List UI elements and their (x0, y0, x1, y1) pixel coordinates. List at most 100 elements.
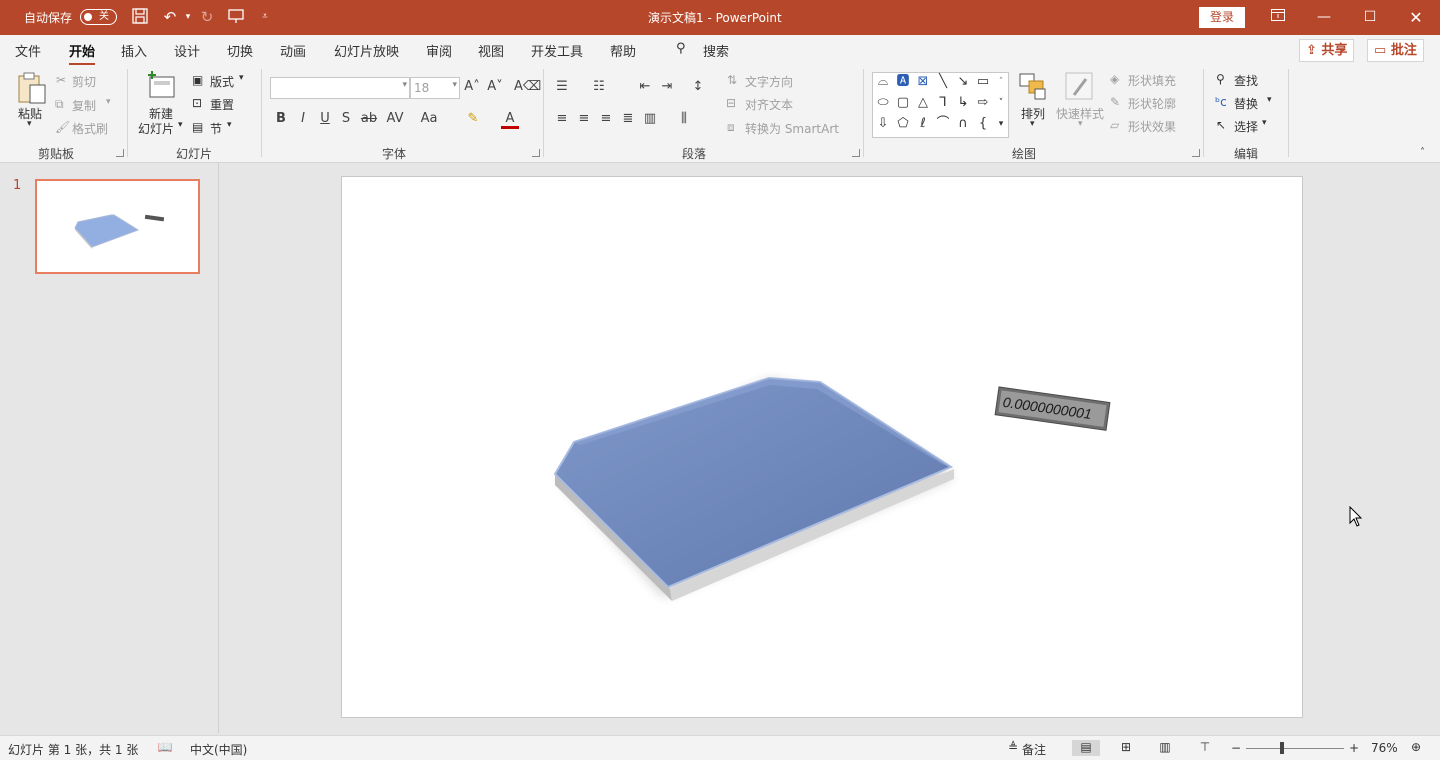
format-painter-label[interactable]: 格式刷 (72, 120, 108, 137)
shape-outline-label[interactable]: 形状轮廓 (1128, 95, 1176, 112)
bold-icon[interactable]: B (272, 111, 290, 126)
font-size-combo[interactable]: 18 ▾ (410, 77, 460, 99)
tab-home[interactable]: 开始 (69, 41, 96, 66)
gallery-up-icon[interactable]: ˄ (993, 75, 1009, 89)
justify-icon[interactable]: ≣ (619, 111, 637, 126)
format-painter-icon[interactable]: 🖌 (55, 120, 70, 134)
font-color-icon[interactable]: A (501, 111, 519, 129)
shape-effects-icon[interactable]: ▱ (1110, 118, 1119, 132)
tab-help[interactable]: 帮助 (610, 41, 636, 60)
comments-button[interactable]: ▭ 批注 (1367, 39, 1424, 62)
section-dropdown-icon[interactable]: ▾ (227, 120, 232, 130)
reading-view-icon[interactable]: ▥ (1156, 740, 1174, 756)
slide-canvas[interactable]: 0.0000000001 (341, 176, 1303, 718)
tab-transitions[interactable]: 切换 (227, 41, 253, 60)
shape-effects-label[interactable]: 形状效果 (1128, 118, 1176, 135)
new-slide-dropdown-icon[interactable]: ▾ (178, 120, 183, 130)
redo-icon[interactable]: ↻ (197, 7, 217, 27)
select-icon[interactable]: ↖ (1216, 118, 1226, 132)
shape-arrow-line-icon[interactable]: ↘ (955, 75, 971, 89)
columns-icon[interactable]: ⫼ (675, 111, 693, 126)
reset-label[interactable]: 重置 (210, 96, 234, 113)
undo-icon[interactable]: ↶ (160, 7, 180, 27)
arrange-dropdown-icon[interactable]: ▾ (1030, 119, 1035, 129)
change-case-icon[interactable]: Aa (420, 111, 438, 126)
clear-formatting-icon[interactable]: A⌫ (514, 79, 541, 94)
search-box[interactable]: 搜索 (703, 41, 729, 60)
shape-fill-icon[interactable]: ◈ (1110, 72, 1119, 86)
paste-dropdown-icon[interactable]: ▾ (27, 119, 32, 129)
shape-fill-label[interactable]: 形状填充 (1128, 72, 1176, 89)
layout-label[interactable]: 版式 (210, 73, 234, 90)
shape-roundrect-icon[interactable]: ▢ (895, 96, 911, 110)
slide-sorter-icon[interactable]: ⊞ (1117, 740, 1135, 756)
quick-styles-dropdown-icon[interactable]: ▾ (1078, 119, 1083, 129)
layout-icon[interactable]: ▣ (192, 73, 203, 87)
notes-button[interactable]: 备注 (1022, 741, 1046, 758)
customize-toolbar-icon[interactable]: ⩡ (255, 7, 275, 27)
zoom-slider-thumb[interactable] (1280, 742, 1284, 754)
shape-scribble-icon[interactable]: ℓ (915, 117, 931, 131)
align-right-icon[interactable]: ≡ (597, 111, 615, 126)
cut-icon[interactable]: ✂ (56, 73, 66, 87)
decrease-indent-icon[interactable]: ⇤ (636, 79, 654, 94)
replace-dropdown-icon[interactable]: ▾ (1267, 95, 1272, 105)
copy-label[interactable]: 复制 (72, 97, 96, 114)
replace-label[interactable]: 替换 (1234, 95, 1258, 112)
reset-icon[interactable]: ⊡ (192, 96, 202, 110)
text-direction-label[interactable]: 文字方向 (745, 73, 793, 90)
numbering-icon[interactable]: ☷ (590, 79, 608, 94)
login-button[interactable]: 登录 (1199, 7, 1245, 28)
section-label[interactable]: 节 (210, 120, 222, 137)
paste-icon[interactable] (16, 71, 48, 104)
language-status[interactable]: 中文(中国) (190, 741, 247, 758)
strikethrough-icon[interactable]: ab (360, 111, 378, 126)
minimize-icon[interactable]: — (1301, 0, 1347, 35)
font-name-combo[interactable]: ▾ (270, 77, 410, 99)
tab-review[interactable]: 审阅 (426, 41, 452, 60)
tab-view[interactable]: 视图 (478, 41, 504, 60)
layout-dropdown-icon[interactable]: ▾ (239, 73, 244, 83)
section-icon[interactable]: ▤ (192, 120, 203, 134)
bullets-icon[interactable]: ☰ (553, 79, 571, 94)
align-text-label[interactable]: 对齐文本 (745, 96, 793, 113)
increase-indent-icon[interactable]: ⇥ (658, 79, 676, 94)
copy-icon[interactable]: ⧉ (55, 97, 64, 112)
shape-right-arrow-icon[interactable]: ⇨ (975, 96, 991, 110)
line-spacing-icon[interactable]: ↕ (689, 79, 707, 94)
save-icon[interactable] (130, 7, 150, 27)
tab-developer[interactable]: 开发工具 (531, 41, 583, 60)
find-icon[interactable]: ⚲ (1216, 72, 1225, 86)
smartart-label[interactable]: 转换为 SmartArt (745, 120, 839, 137)
tab-animations[interactable]: 动画 (280, 41, 306, 60)
shape-elbow-icon[interactable]: ⅂ (935, 96, 951, 110)
zoom-level[interactable]: 76% (1371, 741, 1398, 755)
text-direction-icon[interactable]: ⇅ (727, 73, 737, 87)
notes-icon[interactable]: ≜ (1004, 740, 1022, 756)
shapes-gallery[interactable]: ⌓ 🅰 ⊠ ╲ ↘ ▭ ⬭ ▢ △ ⅂ ↳ ⇨ ⇩ ⬠ ℓ ⌒ ∩ { ˄ ˅ … (872, 72, 1009, 138)
tab-slideshow[interactable]: 幻灯片放映 (334, 41, 399, 60)
zoom-out-icon[interactable]: − (1231, 741, 1241, 755)
shape-down-arrow-icon[interactable]: ⇩ (875, 117, 891, 131)
tab-design[interactable]: 设计 (174, 41, 200, 60)
font-launcher-icon[interactable] (532, 149, 540, 157)
search-icon[interactable]: ⚲ (676, 41, 686, 56)
zoom-in-icon[interactable]: + (1349, 741, 1359, 755)
shadow-icon[interactable]: S (337, 111, 355, 126)
number-label-shape[interactable]: 0.0000000001 (994, 386, 1111, 431)
tab-insert[interactable]: 插入 (121, 41, 147, 60)
shape-outline-icon[interactable]: ✎ (1110, 95, 1120, 109)
close-icon[interactable]: ✕ (1393, 0, 1439, 35)
present-icon[interactable] (226, 7, 246, 27)
fit-to-window-icon[interactable]: ⊕ (1407, 740, 1425, 756)
shape-rounded-icon[interactable]: ⌓ (875, 75, 891, 89)
decrease-font-icon[interactable]: A˅ (486, 79, 504, 94)
select-dropdown-icon[interactable]: ▾ (1262, 118, 1267, 128)
shape-brace-icon[interactable]: { (975, 117, 991, 131)
cut-label[interactable]: 剪切 (72, 73, 96, 90)
slideshow-icon[interactable]: ⊤ (1196, 740, 1214, 756)
shape-freeform-icon[interactable]: ⬠ (895, 117, 911, 131)
tab-file[interactable]: 文件 (15, 41, 41, 60)
align-left-icon[interactable]: ≡ (553, 111, 571, 126)
collapse-ribbon-icon[interactable]: ˄ (1420, 147, 1425, 158)
